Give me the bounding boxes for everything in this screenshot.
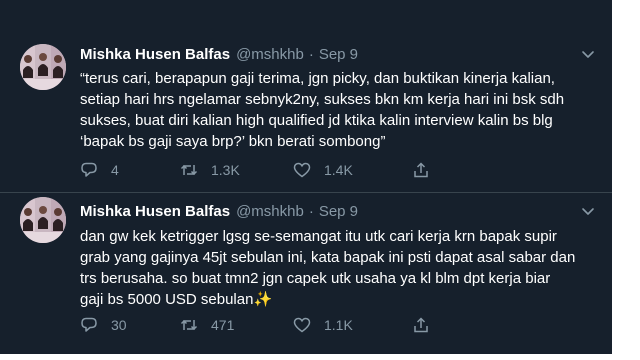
share-icon xyxy=(414,162,428,178)
chevron-down-icon[interactable] xyxy=(580,46,596,62)
tweet-header: Mishka Husen Balfas @mshkhb · Sep 9 xyxy=(80,203,358,220)
tweet-text: dan gw kek ketrigger lgsg se-semangat it… xyxy=(80,226,610,310)
tweet-text-line: sukses, buat diri kalian high qualified … xyxy=(80,112,553,129)
tweet-text: “terus cari, berapapun gaji terima, jgn … xyxy=(80,68,610,152)
tweet-actions: 4 1.3K 1.4K xyxy=(80,160,600,180)
user-handle[interactable]: @mshkhb xyxy=(236,46,304,63)
tweet-date[interactable]: Sep 9 xyxy=(319,203,358,220)
heart-icon xyxy=(293,317,311,333)
tweet-text-line: “terus cari, berapapun gaji terima, jgn … xyxy=(80,70,555,87)
reply-icon xyxy=(81,162,97,177)
tweet[interactable]: Mishka Husen Balfas @mshkhb · Sep 9 “terus … xyxy=(0,0,612,192)
share-button[interactable] xyxy=(412,160,430,180)
like-button[interactable]: 1.4K xyxy=(293,160,353,180)
tweet-header: Mishka Husen Balfas @mshkhb · Sep 9 xyxy=(80,46,358,63)
retweet-icon xyxy=(180,164,198,176)
reply-button[interactable]: 30 xyxy=(80,315,127,335)
like-count: 1.4K xyxy=(324,162,353,178)
avatar[interactable] xyxy=(20,44,66,90)
reply-count: 30 xyxy=(111,317,127,333)
tweet-text-line: trs berusaha. so buat tmn2 jgn capek utk… xyxy=(80,270,551,287)
retweet-button[interactable]: 1.3K xyxy=(180,160,240,180)
user-handle[interactable]: @mshkhb xyxy=(236,203,304,220)
separator-dot: · xyxy=(308,203,314,220)
page-margin xyxy=(0,354,640,360)
tweet-text-line: dan gw kek ketrigger lgsg se-semangat it… xyxy=(80,228,557,245)
reply-icon xyxy=(81,317,97,332)
tweet-text-line: setiap hari hrs ngelamar sebnyk2ny, suks… xyxy=(80,91,565,108)
avatar[interactable] xyxy=(20,197,66,243)
display-name[interactable]: Mishka Husen Balfas xyxy=(80,46,230,63)
tweet-date[interactable]: Sep 9 xyxy=(319,46,358,63)
share-button[interactable] xyxy=(412,315,430,335)
retweet-icon xyxy=(180,319,198,331)
tweet-actions: 30 471 1.1K xyxy=(80,315,600,335)
like-count: 1.1K xyxy=(324,317,353,333)
tweet-text-line: grab yang gajinya 45jt sebulan ini, kata… xyxy=(80,249,576,266)
heart-icon xyxy=(293,162,311,178)
like-button[interactable]: 1.1K xyxy=(293,315,353,335)
tweet[interactable]: Mishka Husen Balfas @mshkhb · Sep 9 dan gw … xyxy=(0,193,612,354)
retweet-count: 1.3K xyxy=(211,162,240,178)
timeline: Mishka Husen Balfas @mshkhb · Sep 9 “terus … xyxy=(0,0,640,360)
reply-count: 4 xyxy=(111,162,119,178)
reply-button[interactable]: 4 xyxy=(80,160,119,180)
tweet-text-line: ‘bapak bs gaji saya brp?’ bkn berati som… xyxy=(80,133,386,150)
separator-dot: · xyxy=(308,46,314,63)
chevron-down-icon[interactable] xyxy=(580,203,596,219)
page-margin xyxy=(612,0,640,360)
tweet-text-line: gaji bs 5000 USD sebulan✨ xyxy=(80,291,273,308)
retweet-button[interactable]: 471 xyxy=(180,315,234,335)
retweet-count: 471 xyxy=(211,317,235,333)
share-icon xyxy=(414,317,428,333)
display-name[interactable]: Mishka Husen Balfas xyxy=(80,203,230,220)
